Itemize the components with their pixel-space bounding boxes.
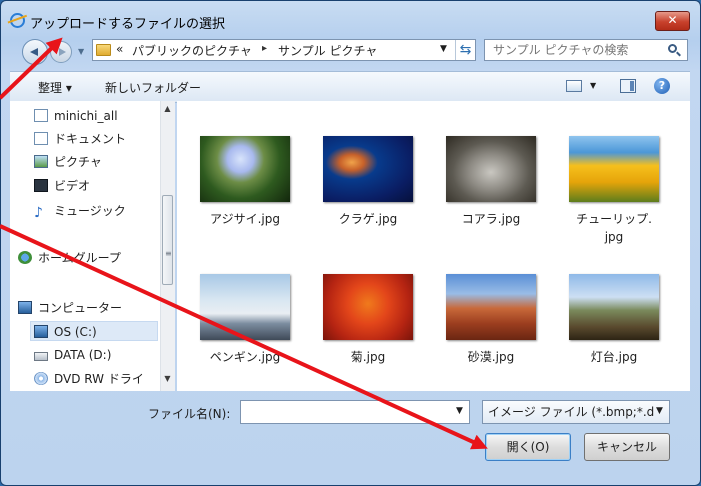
sidebar-item-computer[interactable]: コンピューター xyxy=(18,298,122,318)
scrollbar-grip-icon: ≡ xyxy=(165,249,172,258)
file-thumbnail xyxy=(200,136,290,202)
address-dropdown-icon[interactable]: ▼ xyxy=(440,44,447,54)
sidebar-item-label: ホームグループ xyxy=(38,251,121,265)
window-title: アップロードするファイルの選択 xyxy=(30,17,226,32)
view-options-dropdown-icon[interactable]: ▼ xyxy=(590,81,596,90)
sidebar-item-label: DATA (D:) xyxy=(54,348,112,362)
picture-icon xyxy=(34,155,48,168)
file-name: チューリップ. jpg xyxy=(576,212,652,244)
file-name: ペンギン.jpg xyxy=(209,350,281,364)
sidebar-item-dvd-drive[interactable]: DVD RW ドライ xyxy=(34,369,144,389)
file-name: クラゲ.jpg xyxy=(338,212,398,226)
breadcrumb-overflow[interactable]: « xyxy=(116,42,123,56)
sidebar-item-label: コンピューター xyxy=(38,301,123,315)
cancel-button[interactable]: キャンセル xyxy=(584,433,670,461)
close-button[interactable]: ✕ xyxy=(655,11,690,31)
drive-icon xyxy=(34,325,48,338)
back-button[interactable] xyxy=(22,39,48,65)
file-name: 砂漠.jpg xyxy=(467,350,515,364)
change-view-icon[interactable] xyxy=(566,80,582,92)
file-thumbnail xyxy=(323,274,413,340)
recent-pages-dropdown-icon[interactable]: ▼ xyxy=(78,47,84,56)
computer-icon xyxy=(18,301,32,314)
sidebar-item-label: DVD RW ドライ xyxy=(54,372,144,386)
file-name: 菊.jpg xyxy=(350,350,386,364)
document-icon xyxy=(34,132,48,145)
file-thumbnail xyxy=(569,136,659,202)
file-thumbnail xyxy=(446,274,536,340)
forward-arrow-icon xyxy=(59,48,66,56)
search-icon[interactable] xyxy=(668,44,677,53)
sidebar-item-os-drive[interactable]: OS (C:) xyxy=(30,321,158,341)
search-input[interactable] xyxy=(493,42,653,58)
scroll-up-icon[interactable]: ▲ xyxy=(160,104,175,113)
file-name: コアラ.jpg xyxy=(461,212,521,226)
help-icon[interactable]: ? xyxy=(654,78,670,94)
file-thumbnail xyxy=(200,274,290,340)
filename-label: ファイル名(N): xyxy=(148,407,231,421)
file-name: 灯台.jpg xyxy=(590,350,638,364)
drive-icon xyxy=(34,352,48,361)
scroll-down-icon[interactable]: ▼ xyxy=(160,374,175,383)
sidebar-item-documents[interactable]: ドキュメント xyxy=(34,129,126,149)
file-thumbnail xyxy=(323,136,413,202)
sidebar-item-minichi-all[interactable]: minichi_all xyxy=(34,106,118,126)
filename-history-dropdown-icon[interactable]: ▼ xyxy=(456,406,463,416)
document-icon xyxy=(34,109,48,122)
sidebar-item-label: ピクチャ xyxy=(54,155,102,169)
breadcrumb-separator-icon[interactable]: ▸ xyxy=(262,43,267,54)
sidebar-item-label: OS (C:) xyxy=(54,325,97,339)
folder-icon xyxy=(96,44,111,56)
organize-button[interactable]: 整理 ▾ xyxy=(38,79,72,96)
filename-input[interactable] xyxy=(240,400,470,424)
dvd-icon xyxy=(34,372,48,385)
video-icon xyxy=(34,179,48,192)
preview-pane-icon[interactable] xyxy=(620,79,636,93)
sidebar-item-label: ミュージック xyxy=(54,204,126,218)
breadcrumb-item-public-pictures[interactable]: パブリックのピクチャ xyxy=(132,42,252,59)
open-button[interactable]: 開く(O) xyxy=(485,433,571,461)
music-icon: ♪ xyxy=(34,205,43,221)
file-thumbnail xyxy=(569,274,659,340)
sidebar-item-homegroup[interactable]: ホームグループ xyxy=(18,248,121,268)
file-thumbnail xyxy=(446,136,536,202)
file-name: アジサイ.jpg xyxy=(210,212,280,226)
sidebar-item-data-drive[interactable]: DATA (D:) xyxy=(34,345,111,365)
file-type-select[interactable]: イメージ ファイル (*.bmp;*.d xyxy=(482,400,670,424)
scrollbar-thumb[interactable] xyxy=(162,195,173,285)
sidebar-item-label: ドキュメント xyxy=(54,132,127,146)
forward-button[interactable] xyxy=(50,41,72,63)
sidebar-item-label: ビデオ xyxy=(54,179,91,193)
breadcrumb-item-sample-pictures[interactable]: サンプル ピクチャ xyxy=(278,42,377,59)
sidebar-item-pictures[interactable]: ピクチャ xyxy=(34,152,102,172)
back-arrow-icon xyxy=(30,48,38,56)
file-type-dropdown-icon[interactable]: ▼ xyxy=(656,406,663,416)
sidebar-item-label: minichi_all xyxy=(54,109,118,123)
homegroup-icon xyxy=(18,251,32,264)
new-folder-button[interactable]: 新しいフォルダー xyxy=(105,79,201,96)
sidebar-item-music[interactable]: ♪ ミュージック xyxy=(34,201,126,221)
internet-explorer-icon xyxy=(10,13,25,28)
refresh-icon[interactable]: ⇆ xyxy=(455,40,475,60)
sidebar-item-videos[interactable]: ビデオ xyxy=(34,176,90,196)
